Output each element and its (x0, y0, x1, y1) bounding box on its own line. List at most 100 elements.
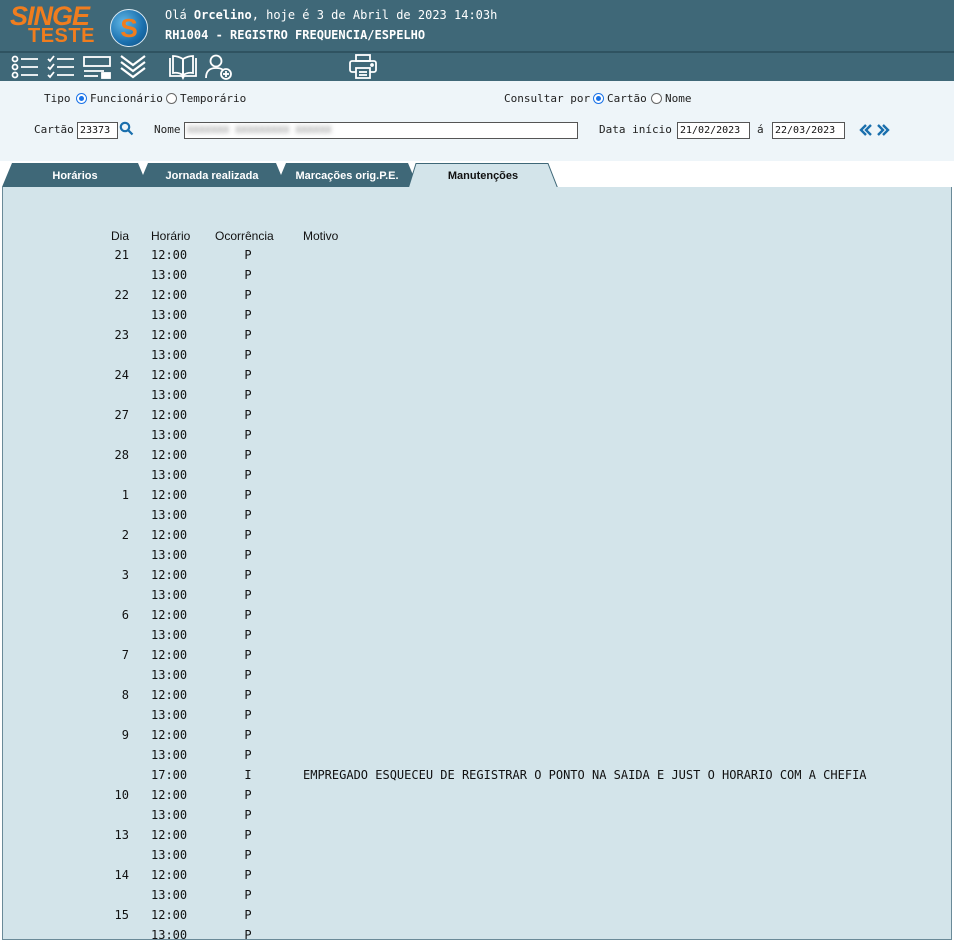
next-period-icon[interactable] (876, 122, 890, 136)
cell-dia: 27 (114, 408, 129, 422)
table-row: 13:00 P (3, 508, 949, 528)
cell-horario: 13:00 (151, 548, 188, 562)
tab-marcacoes[interactable]: Marcações orig.P.E. (276, 163, 418, 187)
cell-ocorrencia: P (244, 868, 252, 882)
table-row: 13:00 P (3, 548, 949, 568)
tipo-funcionario-label[interactable]: Funcionário (90, 92, 163, 105)
cell-dia: 3 (121, 568, 129, 582)
cell-horario: 13:00 (151, 928, 188, 940)
cell-horario: 12:00 (151, 908, 188, 922)
cartao-input[interactable]: 23373 (77, 122, 118, 139)
cell-dia: 9 (121, 728, 129, 742)
cartao-label: Cartão (34, 123, 74, 136)
table-row: 13:00 P (3, 888, 949, 908)
cell-horario: 12:00 (151, 328, 188, 342)
cell-horario: 12:00 (151, 648, 188, 662)
cell-horario: 12:00 (151, 608, 188, 622)
cell-ocorrencia: P (244, 628, 252, 642)
greeting: Olá Orcelino, hoje é 3 de Abril de 2023 … (165, 8, 498, 22)
cell-horario: 12:00 (151, 448, 188, 462)
cell-dia: 6 (121, 608, 129, 622)
cell-dia: 1 (121, 488, 129, 502)
consultar-cartao-radio[interactable] (593, 93, 604, 104)
tab-manutencoes[interactable]: Manutenções (408, 163, 558, 189)
cell-horario: 13:00 (151, 308, 188, 322)
cell-ocorrencia: P (244, 648, 252, 662)
cell-ocorrencia: P (244, 508, 252, 522)
cell-dia: 24 (114, 368, 129, 382)
cell-ocorrencia: P (244, 688, 252, 702)
cell-dia: 13 (114, 828, 129, 842)
cell-dia: 7 (121, 648, 129, 662)
column-header-motivo: Motivo (303, 229, 339, 243)
cell-horario: 12:00 (151, 728, 188, 742)
expand-icon[interactable] (118, 54, 148, 80)
cell-dia: 28 (114, 448, 129, 462)
cell-horario: 12:00 (151, 368, 188, 382)
tab-horarios[interactable]: Horários (2, 163, 148, 187)
cell-ocorrencia: P (244, 708, 252, 722)
tab-jornada-realizada[interactable]: Jornada realizada (138, 163, 286, 187)
cell-ocorrencia: P (244, 468, 252, 482)
search-icon[interactable] (119, 121, 134, 136)
tipo-label: Tipo (44, 92, 71, 105)
previous-period-icon[interactable] (859, 122, 873, 136)
cell-horario: 12:00 (151, 568, 188, 582)
table-row: 13:00 P (3, 468, 949, 488)
checklist-icon[interactable] (46, 54, 76, 80)
nome-value: XXXXXXX XXXXXXXXX XXXXXX (187, 125, 332, 136)
manutencoes-panel: Dia Horário Ocorrência Motivo 21 12:00 P 13… (2, 187, 952, 940)
table-row: 13:00 P (3, 348, 949, 368)
consultar-cartao-label[interactable]: Cartão (607, 92, 647, 105)
cell-ocorrencia: P (244, 808, 252, 822)
table-row: 3 12:00 P (3, 568, 949, 588)
tipo-temporario-label[interactable]: Temporário (180, 92, 246, 105)
table-row: 13:00 P (3, 388, 949, 408)
cell-horario: 13:00 (151, 508, 188, 522)
book-icon[interactable] (168, 54, 198, 81)
cell-ocorrencia: P (244, 348, 252, 362)
cell-dia: 23 (114, 328, 129, 342)
table-row: 13:00 P (3, 428, 949, 448)
column-header-dia: Dia (111, 229, 130, 243)
consultar-nome-radio[interactable] (651, 93, 662, 104)
consultar-nome-label[interactable]: Nome (665, 92, 692, 105)
cell-ocorrencia: P (244, 248, 252, 262)
list-icon[interactable] (10, 54, 40, 80)
filter-panel: Tipo Funcionário Temporário Consultar po… (0, 81, 954, 161)
cell-dia: 15 (114, 908, 129, 922)
cell-horario: 13:00 (151, 848, 188, 862)
column-header-ocorrencia: Ocorrência (215, 229, 274, 243)
cell-motivo: EMPREGADO ESQUECEU DE REGISTRAR O PONTO … (303, 768, 867, 782)
cell-horario: 12:00 (151, 528, 188, 542)
table-row: 13:00 P (3, 628, 949, 648)
cell-ocorrencia: P (244, 308, 252, 322)
cell-dia: 10 (114, 788, 129, 802)
data-fim-input[interactable]: 22/03/2023 (772, 122, 845, 139)
cell-horario: 13:00 (151, 428, 188, 442)
table-row: 23 12:00 P (3, 328, 949, 348)
table-row: 13:00 P (3, 588, 949, 608)
table-row: 21 12:00 P (3, 248, 949, 268)
nome-input[interactable]: XXXXXXX XXXXXXXXX XXXXXX (184, 122, 578, 139)
cell-horario: 13:00 (151, 808, 188, 822)
cell-ocorrencia: P (244, 888, 252, 902)
cell-ocorrencia: P (244, 848, 252, 862)
cell-horario: 13:00 (151, 628, 188, 642)
cell-ocorrencia: P (244, 728, 252, 742)
cell-ocorrencia: P (244, 568, 252, 582)
add-user-icon[interactable] (204, 54, 234, 80)
print-icon[interactable] (348, 54, 378, 80)
tipo-temporario-radio[interactable] (166, 93, 177, 104)
table-row: 13:00 P (3, 748, 949, 768)
logo-badge-icon: S (110, 9, 148, 47)
form-icon[interactable] (82, 54, 112, 80)
table-row: 13:00 P (3, 708, 949, 728)
app-header: SINGE TESTE S Olá Orcelino, hoje é 3 de … (0, 0, 954, 53)
data-inicio-label: Data início (599, 123, 672, 136)
cell-dia: 22 (114, 288, 129, 302)
cell-ocorrencia: P (244, 828, 252, 842)
data-inicio-input[interactable]: 21/02/2023 (677, 122, 750, 139)
tipo-funcionario-radio[interactable] (76, 93, 87, 104)
cell-horario: 13:00 (151, 888, 188, 902)
